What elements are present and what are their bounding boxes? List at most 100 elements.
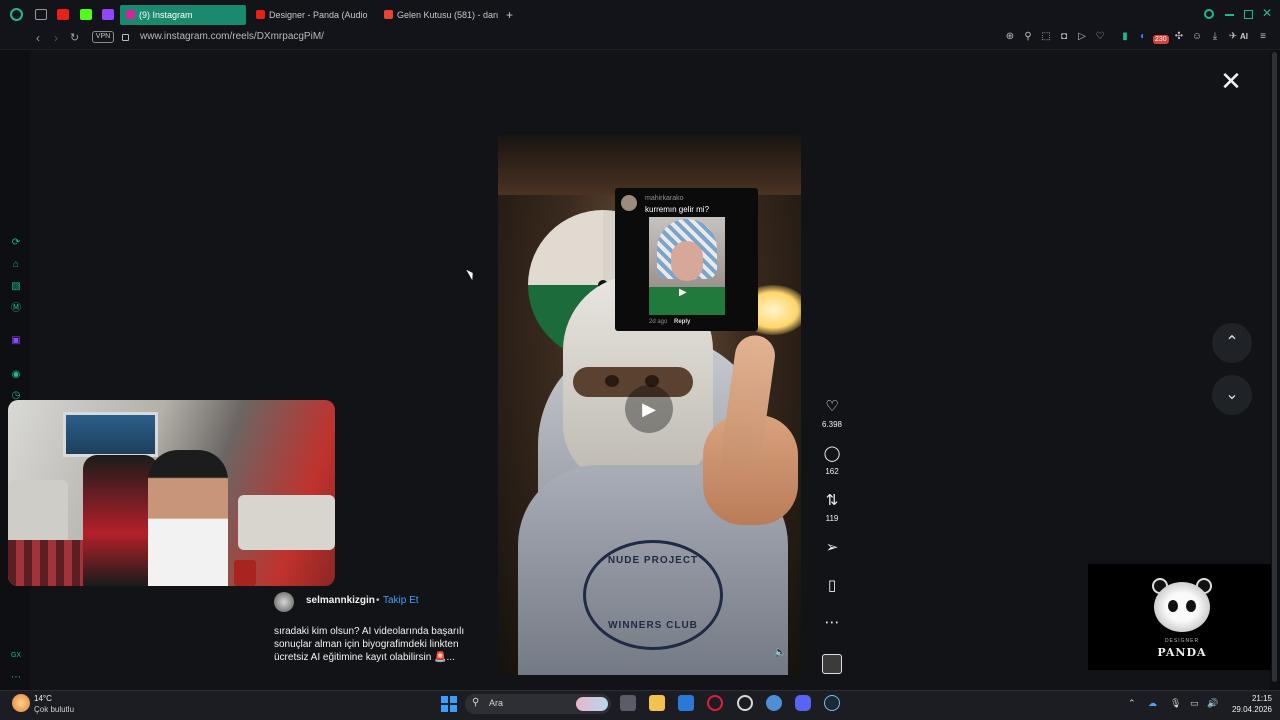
- sofa-right: [238, 495, 335, 550]
- panda-right-eye: [1186, 600, 1196, 612]
- weather-icon[interactable]: [12, 694, 30, 712]
- puzzle-icon[interactable]: ✣: [1172, 30, 1186, 44]
- battery-icon[interactable]: ▮: [1118, 30, 1132, 44]
- save-icon[interactable]: ▯: [822, 576, 842, 594]
- file-explorer-icon[interactable]: [649, 695, 665, 711]
- scrollbar-thumb[interactable]: [1272, 52, 1277, 682]
- follow-button[interactable]: Takip Et: [383, 595, 419, 606]
- opera-gx-taskbar-icon[interactable]: [707, 695, 723, 711]
- gx-m-icon[interactable]: Ⓜ: [10, 303, 22, 314]
- download-icon[interactable]: ⤓: [1208, 30, 1222, 44]
- twitch-pin-icon[interactable]: [102, 9, 114, 20]
- youtube-pin-icon[interactable]: [57, 9, 69, 20]
- network-app-icon[interactable]: [766, 695, 782, 711]
- workspaces-icon[interactable]: [35, 9, 47, 20]
- author-username[interactable]: selmannkizgin: [306, 595, 375, 606]
- more-icon[interactable]: ⋯: [822, 613, 842, 631]
- pocket-icon[interactable]: ◘: [1057, 30, 1071, 44]
- comment-video-thumbnail: ▶: [649, 217, 725, 315]
- player-sidebar-icon[interactable]: ◉: [10, 369, 22, 380]
- reload-icon[interactable]: ↻: [70, 29, 79, 47]
- next-reel-button[interactable]: ⌄: [1212, 375, 1252, 415]
- search-tabs-icon[interactable]: [1204, 9, 1214, 19]
- reel-caption[interactable]: sıradaki kim olsun? AI videolarında başa…: [274, 625, 489, 664]
- weather-desc[interactable]: Çok bulutlu: [34, 705, 74, 714]
- gx-cleaner-icon[interactable]: ▧: [10, 281, 22, 292]
- comment-count: 162: [825, 467, 839, 476]
- forward-icon[interactable]: ›: [54, 29, 58, 47]
- win-tile: [450, 705, 457, 712]
- windows-taskbar: [0, 690, 1280, 720]
- pin-icon[interactable]: ⚲: [1021, 30, 1035, 44]
- gaming-chair: [83, 455, 158, 586]
- tab-instagram[interactable]: (9) Instagram: [120, 5, 246, 25]
- tab-gmail[interactable]: Gelen Kutusu (581) - darud: [378, 5, 498, 25]
- mail-app-icon[interactable]: [678, 695, 694, 711]
- minimize-button[interactable]: [1225, 14, 1234, 16]
- gx-settings-icon[interactable]: GX: [10, 650, 22, 661]
- more-sidebar-icon[interactable]: ⋯: [10, 672, 22, 683]
- snapshot-icon[interactable]: ⬚: [1039, 30, 1053, 44]
- menu-icon[interactable]: ≡: [1256, 30, 1270, 44]
- restore-button[interactable]: [1244, 10, 1253, 19]
- weather-temp[interactable]: 14°C: [34, 694, 52, 703]
- opera-logo-icon[interactable]: [10, 8, 23, 21]
- tab-designer-label: Designer - Panda (Audio): [269, 10, 368, 20]
- extension-badge[interactable]: 230: [1153, 35, 1169, 44]
- clock-date[interactable]: 29.04.2026: [1222, 705, 1272, 714]
- player-icon[interactable]: ▷: [1075, 30, 1089, 44]
- extension-icon[interactable]: ◐: [1136, 30, 1150, 44]
- audio-thumbnail[interactable]: [822, 654, 842, 674]
- clock-time[interactable]: 21:15: [1232, 694, 1272, 703]
- zoom-icon[interactable]: ⊕: [1003, 30, 1017, 44]
- profile-icon[interactable]: ☺: [1190, 30, 1204, 44]
- heart-bookmark-icon[interactable]: ♡: [1093, 30, 1107, 44]
- search-highlight-icon: [576, 697, 608, 711]
- volume-icon[interactable]: 🔈: [774, 647, 786, 658]
- like-count: 6.398: [821, 420, 843, 429]
- url-field[interactable]: www.instagram.com/reels/DXmrpacgPiM/: [140, 31, 324, 42]
- hoodie-print-top: NUDE PROJECT: [607, 555, 699, 566]
- tray-display-icon[interactable]: ▭: [1190, 698, 1199, 709]
- kick-pin-icon[interactable]: [80, 9, 92, 20]
- close-window-button[interactable]: ✕: [1262, 6, 1272, 20]
- app-taskbar-icon[interactable]: [737, 695, 753, 711]
- comment-text: kurremın gelir mi?: [645, 205, 710, 214]
- discord-icon[interactable]: [795, 695, 811, 711]
- comment-overlay: mahirkarako kurremın gelir mi? ▶ 2d ago …: [615, 188, 758, 331]
- album-art: DESIGNER PANDA: [1088, 564, 1276, 670]
- left-eye: [605, 375, 619, 387]
- repost-count: 119: [825, 514, 839, 523]
- back-icon[interactable]: ‹: [36, 29, 40, 47]
- search-label: Ara: [489, 698, 504, 708]
- tab-gmail-label: Gelen Kutusu (581) - darud: [397, 10, 498, 20]
- share-icon[interactable]: ➢: [822, 538, 842, 556]
- tray-mic-icon[interactable]: 🎙: [1170, 698, 1181, 709]
- tab-designer-panda[interactable]: Designer - Panda (Audio): [250, 5, 368, 25]
- win-tile: [441, 705, 448, 712]
- task-view-icon[interactable]: [620, 695, 636, 711]
- twitch-sidebar-icon[interactable]: ▣: [10, 335, 22, 346]
- repost-icon[interactable]: ⇅: [822, 491, 842, 509]
- gmail-icon: [384, 10, 393, 19]
- gx-corner-icon[interactable]: ⌂: [10, 259, 22, 270]
- win-tile: [450, 696, 457, 703]
- vpn-badge[interactable]: VPN: [92, 31, 114, 43]
- comment-icon[interactable]: ◯: [822, 444, 842, 462]
- play-icon[interactable]: ▶: [625, 385, 673, 433]
- tray-onedrive-icon[interactable]: ☁: [1148, 698, 1157, 709]
- close-viewer-icon[interactable]: ✕: [1219, 68, 1243, 94]
- steam-icon[interactable]: [824, 695, 840, 711]
- start-button[interactable]: [441, 696, 457, 712]
- aria-icon[interactable]: ✈: [1226, 30, 1240, 44]
- tray-volume-icon[interactable]: 🔊: [1207, 698, 1218, 709]
- tray-expand-icon[interactable]: ⌃: [1128, 698, 1136, 709]
- ai-label[interactable]: AI: [1240, 32, 1248, 41]
- new-tab-button[interactable]: +: [506, 8, 513, 22]
- author-avatar[interactable]: [274, 592, 294, 612]
- like-icon[interactable]: ♡: [822, 397, 842, 415]
- instagram-icon: [126, 10, 135, 19]
- reel-video[interactable]: NUDE PROJECT WINNERS CLUB mahirkarako ku…: [498, 135, 801, 675]
- gx-control-icon[interactable]: ⟳: [10, 237, 22, 248]
- previous-reel-button[interactable]: ⌃: [1212, 323, 1252, 363]
